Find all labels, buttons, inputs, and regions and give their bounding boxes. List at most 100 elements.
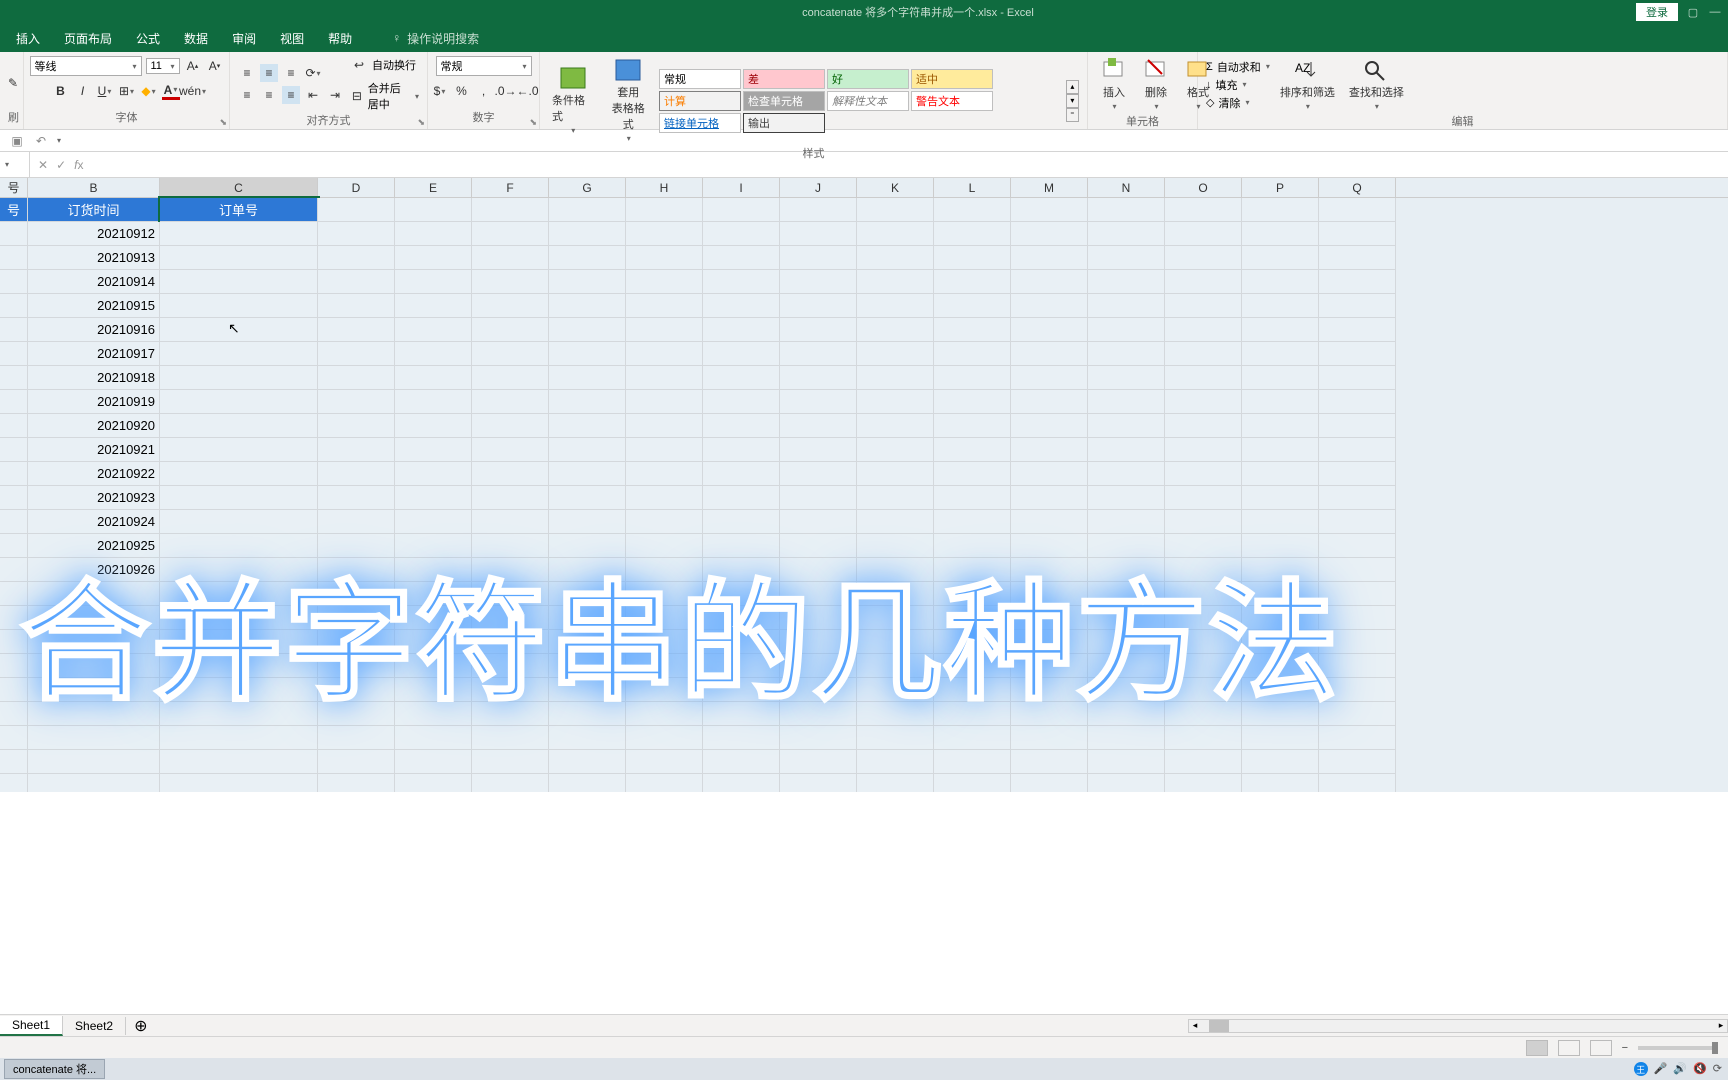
cell[interactable] — [1242, 294, 1319, 318]
cell[interactable] — [857, 750, 934, 774]
cell[interactable] — [1088, 486, 1165, 510]
cell[interactable] — [318, 462, 395, 486]
cell[interactable] — [0, 702, 28, 726]
cell[interactable] — [1319, 726, 1396, 750]
cell[interactable] — [934, 750, 1011, 774]
cell[interactable] — [160, 414, 318, 438]
cell[interactable] — [0, 390, 28, 414]
cell[interactable] — [160, 246, 318, 270]
cell[interactable] — [934, 294, 1011, 318]
clear-button[interactable]: ◇清除▾ — [1206, 95, 1270, 111]
cell[interactable] — [626, 582, 703, 606]
cell[interactable] — [472, 678, 549, 702]
cell[interactable] — [703, 606, 780, 630]
cell[interactable] — [857, 630, 934, 654]
cell[interactable] — [318, 510, 395, 534]
col-header-N[interactable]: N — [1088, 178, 1165, 197]
align-right-icon[interactable]: ≡ — [282, 86, 300, 104]
cell[interactable] — [1319, 438, 1396, 462]
qat-save-icon[interactable]: ▣ — [8, 132, 26, 150]
cell[interactable] — [28, 750, 160, 774]
col-header-I[interactable]: I — [703, 178, 780, 197]
cancel-formula-icon[interactable]: ✕ — [38, 158, 48, 172]
cell[interactable] — [1165, 198, 1242, 222]
cell[interactable] — [549, 486, 626, 510]
cell[interactable] — [318, 702, 395, 726]
cell[interactable] — [549, 534, 626, 558]
orientation-icon[interactable]: ⟳▾ — [304, 64, 322, 82]
cell[interactable] — [1165, 294, 1242, 318]
cell[interactable] — [395, 318, 472, 342]
cell[interactable] — [0, 582, 28, 606]
cell[interactable] — [780, 342, 857, 366]
cell[interactable] — [1242, 750, 1319, 774]
font-launcher-icon[interactable]: ⬊ — [219, 117, 227, 128]
cell[interactable] — [549, 246, 626, 270]
cell[interactable] — [934, 534, 1011, 558]
cell[interactable] — [1011, 774, 1088, 792]
cell[interactable] — [626, 534, 703, 558]
cell[interactable] — [703, 534, 780, 558]
cell[interactable] — [934, 654, 1011, 678]
cell[interactable] — [1319, 582, 1396, 606]
font-size-combo[interactable]: 11▾ — [146, 58, 180, 74]
cell[interactable] — [1165, 750, 1242, 774]
cell[interactable] — [395, 558, 472, 582]
cell[interactable] — [703, 678, 780, 702]
cell[interactable] — [549, 606, 626, 630]
cell[interactable] — [549, 318, 626, 342]
cell[interactable] — [626, 702, 703, 726]
cell[interactable] — [318, 558, 395, 582]
cell[interactable]: 20210912 — [28, 222, 160, 246]
cell[interactable] — [1088, 270, 1165, 294]
cell[interactable] — [857, 246, 934, 270]
cell[interactable] — [395, 630, 472, 654]
cell[interactable] — [780, 606, 857, 630]
cell[interactable] — [1088, 510, 1165, 534]
cell[interactable] — [1165, 390, 1242, 414]
font-name-combo[interactable]: 等线▾ — [30, 56, 142, 76]
cell[interactable] — [1319, 366, 1396, 390]
sheet-tab-2[interactable]: Sheet2 — [63, 1017, 126, 1035]
cell[interactable] — [318, 318, 395, 342]
cell[interactable] — [318, 342, 395, 366]
gallery-up-icon[interactable]: ▴ — [1066, 80, 1079, 94]
cell[interactable] — [472, 342, 549, 366]
system-tray[interactable]: 王 🎤 🔊 🔇 ⟳ — [1634, 1062, 1728, 1076]
view-normal-icon[interactable] — [1526, 1040, 1548, 1056]
col-header-O[interactable]: O — [1165, 178, 1242, 197]
cell[interactable] — [1011, 654, 1088, 678]
menu-help[interactable]: 帮助 — [328, 30, 352, 47]
cell[interactable] — [703, 246, 780, 270]
cell[interactable] — [0, 222, 28, 246]
cell[interactable] — [934, 414, 1011, 438]
cell[interactable] — [780, 654, 857, 678]
cell[interactable] — [472, 294, 549, 318]
cell[interactable] — [1011, 342, 1088, 366]
cell[interactable] — [549, 726, 626, 750]
menu-view[interactable]: 视图 — [280, 30, 304, 47]
cell[interactable] — [28, 678, 160, 702]
cell[interactable] — [1011, 486, 1088, 510]
cell[interactable] — [703, 630, 780, 654]
fx-icon[interactable]: fx — [74, 158, 83, 172]
font-color-icon[interactable]: A▾ — [162, 82, 180, 100]
cell[interactable] — [472, 726, 549, 750]
cell[interactable]: 20210916 — [28, 318, 160, 342]
cell[interactable] — [160, 726, 318, 750]
cell[interactable] — [1165, 774, 1242, 792]
cell[interactable] — [472, 318, 549, 342]
cell[interactable] — [1165, 726, 1242, 750]
cell[interactable] — [0, 414, 28, 438]
cell[interactable] — [1165, 510, 1242, 534]
col-header-F[interactable]: F — [472, 178, 549, 197]
cell[interactable] — [160, 630, 318, 654]
style-explain[interactable]: 解释性文本 — [827, 91, 909, 111]
cell[interactable] — [1319, 630, 1396, 654]
cell[interactable]: 订单号 — [160, 198, 318, 222]
cell[interactable] — [1088, 534, 1165, 558]
cell[interactable] — [1242, 462, 1319, 486]
cell[interactable] — [1165, 414, 1242, 438]
cell[interactable] — [160, 582, 318, 606]
cell[interactable]: 20210914 — [28, 270, 160, 294]
